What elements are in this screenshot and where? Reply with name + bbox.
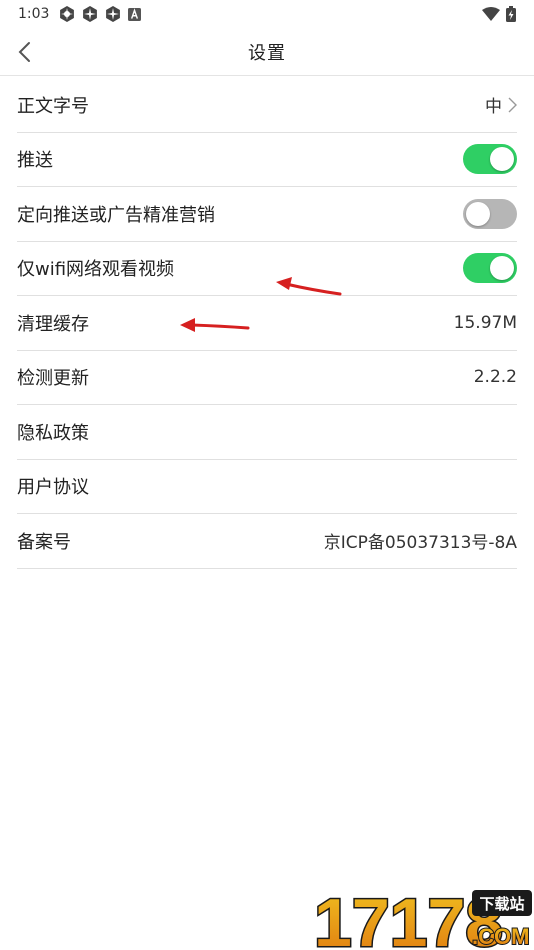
toggle-knob [490, 147, 514, 172]
back-button[interactable] [8, 36, 40, 68]
red-arrow-annotation [276, 277, 342, 296]
version-value: 2.2.2 [473, 367, 517, 388]
nav-header: 设置 [0, 28, 534, 76]
chevron-left-icon [18, 42, 30, 62]
red-arrow-annotation [180, 318, 250, 332]
wifi-video-toggle[interactable] [463, 253, 517, 284]
icp-value: 京ICP备05037313号-8A [323, 533, 517, 554]
setting-targeted-ads: 定向推送或广告精准营销 [17, 187, 517, 242]
settings-screen: 1:03 设置 正文字号 中 推送 定向推送或广告精准营销 仅wifi网络观看视… [0, 0, 534, 950]
setting-label: 定向推送或广告精准营销 [17, 204, 215, 226]
status-right [482, 6, 516, 22]
battery-icon [506, 6, 516, 22]
setting-push: 推送 [17, 133, 517, 187]
setting-check-update[interactable]: 检测更新 2.2.2 [17, 351, 517, 405]
setting-label: 推送 [17, 150, 53, 172]
setting-icp: 备案号 京ICP备05037313号-8A [17, 514, 517, 569]
app-notification-icon [60, 6, 75, 22]
setting-privacy-policy[interactable]: 隐私政策 [17, 405, 517, 460]
setting-wifi-video: 仅wifi网络观看视频 [17, 242, 517, 296]
wifi-icon [482, 7, 500, 21]
font-size-value: 中 [485, 97, 502, 118]
setting-label: 检测更新 [17, 368, 89, 390]
app-notification-icon [83, 6, 98, 22]
page-title: 设置 [248, 42, 286, 64]
settings-list: 正文字号 中 推送 定向推送或广告精准营销 仅wifi网络观看视频 清理缓存 1… [17, 78, 517, 569]
notification-icons [59, 6, 142, 22]
setting-label: 仅wifi网络观看视频 [17, 259, 175, 281]
app-notification-icon [106, 6, 121, 22]
setting-font-size[interactable]: 正文字号 中 [17, 78, 517, 133]
setting-label: 隐私政策 [17, 422, 89, 444]
site-watermark-logo: 17178 下载站 .COM [313, 884, 532, 950]
toggle-knob [466, 201, 490, 226]
setting-label: 正文字号 [17, 95, 89, 117]
push-toggle[interactable] [463, 144, 517, 175]
chevron-right-icon [508, 97, 517, 113]
setting-user-agreement[interactable]: 用户协议 [17, 460, 517, 514]
setting-clear-cache[interactable]: 清理缓存 15.97M [17, 296, 517, 351]
cache-size-value: 15.97M [453, 312, 517, 333]
status-time: 1:03 [18, 6, 50, 22]
toggle-knob [490, 256, 514, 281]
targeted-ads-toggle[interactable] [463, 198, 517, 229]
watermark-domain: .COM [472, 924, 529, 949]
watermark-badge: 下载站 [479, 895, 524, 913]
setting-label: 备案号 [17, 531, 71, 553]
status-bar: 1:03 [0, 0, 534, 28]
a-notification-icon [128, 7, 142, 21]
setting-label: 用户协议 [17, 477, 89, 499]
